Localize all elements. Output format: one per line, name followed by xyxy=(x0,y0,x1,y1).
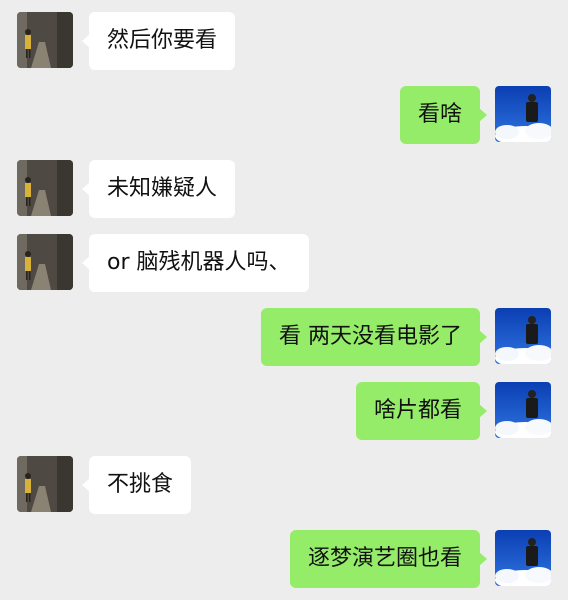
contact-avatar[interactable] xyxy=(17,160,73,216)
self-avatar[interactable] xyxy=(495,308,551,364)
message-row: 看啥 xyxy=(0,86,568,144)
self-avatar[interactable] xyxy=(495,530,551,586)
bubble-tail xyxy=(479,404,487,418)
contact-avatar[interactable] xyxy=(17,456,73,512)
message-bubble[interactable]: 啥片都看 xyxy=(355,382,480,440)
self-avatar[interactable] xyxy=(495,382,551,438)
message-bubble[interactable]: or 脑残机器人吗、 xyxy=(89,234,309,292)
message-row: 逐梦演艺圈也看 xyxy=(0,530,568,588)
message-row: or 脑残机器人吗、 xyxy=(0,234,568,292)
message-row: 未知嫌疑人 xyxy=(0,160,568,218)
message-row: 看 两天没看电影了 xyxy=(0,308,568,366)
message-row: 然后你要看 xyxy=(0,12,568,70)
message-bubble[interactable]: 逐梦演艺圈也看 xyxy=(289,530,480,588)
message-row: 不挑食 xyxy=(0,456,568,514)
message-bubble[interactable]: 未知嫌疑人 xyxy=(89,160,236,218)
bubble-tail xyxy=(479,330,487,344)
contact-avatar[interactable] xyxy=(17,12,73,68)
contact-avatar[interactable] xyxy=(17,234,73,290)
self-avatar[interactable] xyxy=(495,86,551,142)
bubble-tail xyxy=(479,108,487,122)
message-bubble[interactable]: 不挑食 xyxy=(89,456,192,514)
message-row: 啥片都看 xyxy=(0,382,568,440)
bubble-tail xyxy=(479,552,487,566)
message-bubble[interactable]: 看 两天没看电影了 xyxy=(261,308,480,366)
message-bubble[interactable]: 看啥 xyxy=(399,86,480,144)
message-bubble[interactable]: 然后你要看 xyxy=(89,12,236,70)
